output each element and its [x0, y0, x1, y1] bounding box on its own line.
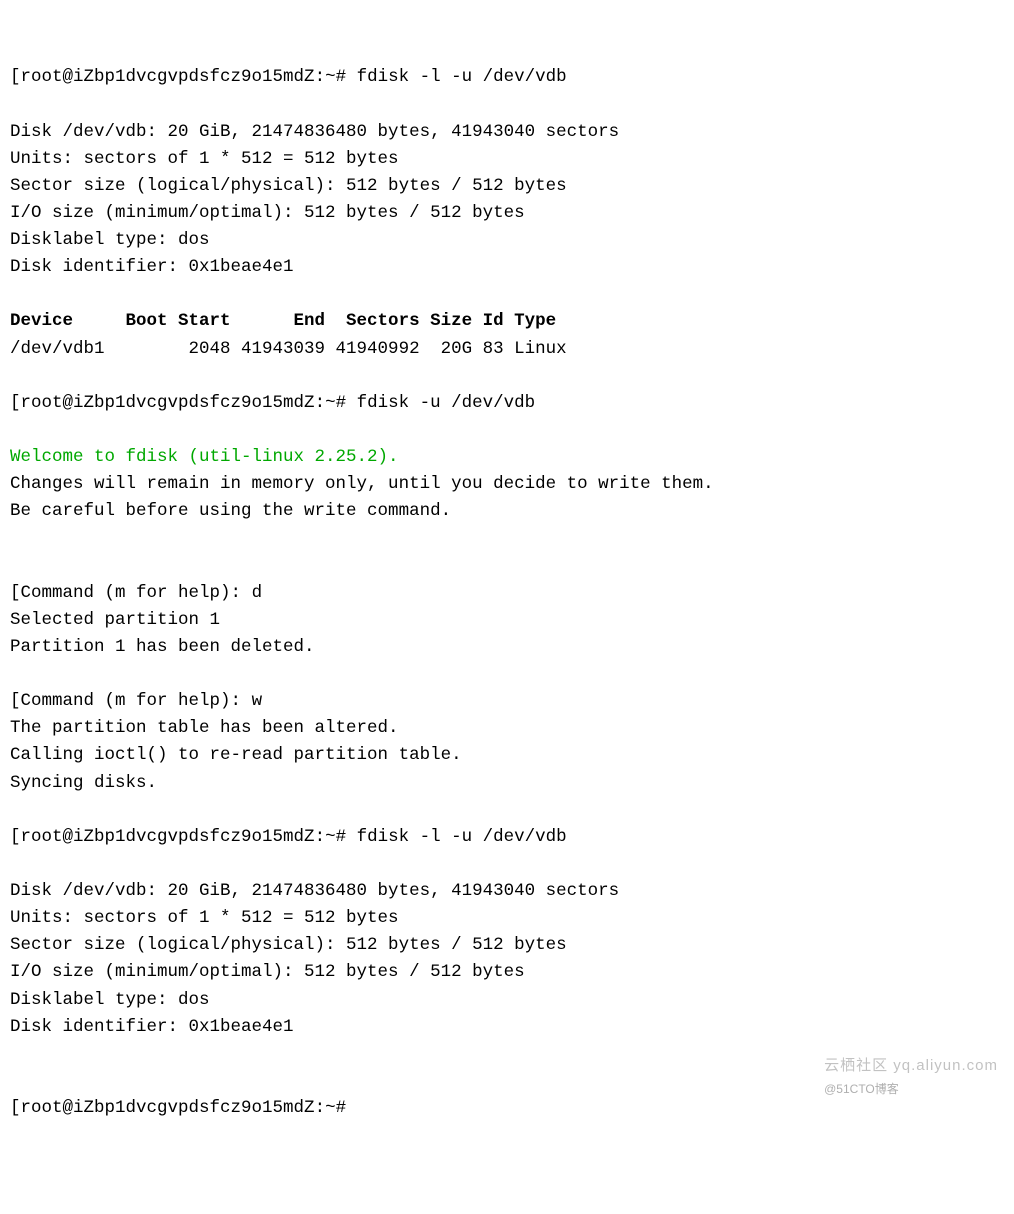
shell-prompt: root@iZbp1dvcgvpdsfcz9o15mdZ:~# — [21, 67, 347, 87]
shell-prompt: root@iZbp1dvcgvpdsfcz9o15mdZ:~# — [21, 393, 347, 413]
terminal-line: [root@iZbp1dvcgvpdsfcz9o15mdZ:~# — [10, 1098, 346, 1118]
fdisk-output: Selected partition 1 — [10, 610, 220, 630]
command-input[interactable]: fdisk -l -u /dev/vdb — [346, 67, 567, 87]
disk-info-line: I/O size (minimum/optimal): 512 bytes / … — [10, 203, 525, 223]
watermark-attribution: @51CTO博客 — [824, 1082, 899, 1096]
disk-info-line: Units: sectors of 1 * 512 = 512 bytes — [10, 149, 399, 169]
fdisk-output: Partition 1 has been deleted. — [10, 637, 315, 657]
fdisk-prompt: Command (m for help): — [21, 691, 252, 711]
fdisk-command-line: [Command (m for help): d — [10, 583, 262, 603]
fdisk-output: Syncing disks. — [10, 773, 157, 793]
fdisk-welcome: Welcome to fdisk (util-linux 2.25.2). — [10, 447, 399, 467]
fdisk-output: The partition table has been altered. — [10, 718, 399, 738]
watermark-text: 云栖社区 yq.aliyun.com — [824, 1057, 998, 1074]
bracket: [ — [10, 827, 21, 847]
bracket: [ — [10, 67, 21, 87]
disk-info-line: Disk identifier: 0x1beae4e1 — [10, 257, 294, 277]
terminal-line: [root@iZbp1dvcgvpdsfcz9o15mdZ:~# fdisk -… — [10, 827, 567, 847]
partition-table-row: /dev/vdb1 2048 41943039 41940992 20G 83 … — [10, 339, 567, 359]
bracket: [ — [10, 1098, 21, 1118]
disk-info-line: Sector size (logical/physical): 512 byte… — [10, 935, 567, 955]
disk-info-line: I/O size (minimum/optimal): 512 bytes / … — [10, 962, 525, 982]
command-input[interactable]: fdisk -l -u /dev/vdb — [346, 827, 567, 847]
command-input[interactable]: fdisk -u /dev/vdb — [346, 393, 535, 413]
fdisk-prompt: Command (m for help): — [21, 583, 252, 603]
fdisk-output: Calling ioctl() to re-read partition tab… — [10, 745, 462, 765]
fdisk-message: Be careful before using the write comman… — [10, 501, 451, 521]
partition-table-header: Device Boot Start End Sectors Size Id Ty… — [10, 311, 556, 331]
bracket: [ — [10, 583, 21, 603]
watermark: 云栖社区 yq.aliyun.com @51CTO博客 — [824, 1054, 1002, 1101]
terminal-line: [root@iZbp1dvcgvpdsfcz9o15mdZ:~# fdisk -… — [10, 67, 567, 87]
disk-info-line: Disk /dev/vdb: 20 GiB, 21474836480 bytes… — [10, 122, 619, 142]
fdisk-command-line: [Command (m for help): w — [10, 691, 262, 711]
terminal-line: [root@iZbp1dvcgvpdsfcz9o15mdZ:~# fdisk -… — [10, 393, 535, 413]
shell-prompt: root@iZbp1dvcgvpdsfcz9o15mdZ:~# — [21, 1098, 347, 1118]
fdisk-input[interactable]: d — [252, 583, 263, 603]
fdisk-input[interactable]: w — [252, 691, 263, 711]
bracket: [ — [10, 691, 21, 711]
fdisk-message: Changes will remain in memory only, unti… — [10, 474, 714, 494]
disk-info-line: Disklabel type: dos — [10, 990, 210, 1010]
disk-info-line: Disk identifier: 0x1beae4e1 — [10, 1017, 294, 1037]
shell-prompt: root@iZbp1dvcgvpdsfcz9o15mdZ:~# — [21, 827, 347, 847]
disk-info-line: Units: sectors of 1 * 512 = 512 bytes — [10, 908, 399, 928]
bracket: [ — [10, 393, 21, 413]
disk-info-line: Disklabel type: dos — [10, 230, 210, 250]
disk-info-line: Sector size (logical/physical): 512 byte… — [10, 176, 567, 196]
disk-info-line: Disk /dev/vdb: 20 GiB, 21474836480 bytes… — [10, 881, 619, 901]
